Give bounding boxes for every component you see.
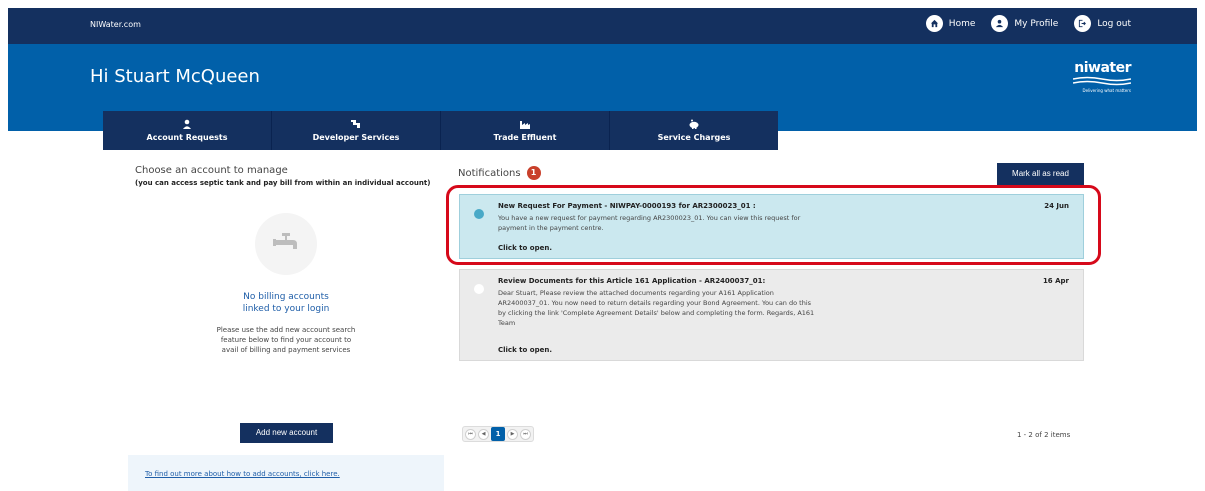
unread-indicator [474, 209, 484, 219]
body-line: You have a new request for payment regar… [498, 214, 801, 222]
tab-label: Trade Effluent [493, 133, 557, 142]
nav-my-profile-label: My Profile [1014, 18, 1059, 29]
notifications-title: Notifications [458, 167, 521, 179]
notification-count-badge: 1 [526, 166, 541, 180]
help-box: To find out more about how to add accoun… [128, 455, 444, 491]
desc-line3: avail of billing and payment services [221, 346, 351, 354]
notification-card[interactable]: New Request For Payment - NIWPAY-0000193… [459, 194, 1084, 259]
items-count: 1 - 2 of 2 items [1017, 431, 1071, 439]
next-page-button[interactable]: ▶ [507, 428, 518, 440]
no-accounts-line2: linked to your login [242, 304, 330, 314]
nav-home-label: Home [948, 18, 976, 29]
accounts-title: Choose an account to manage [135, 165, 288, 176]
notification-title: Review Documents for this Article 161 Ap… [498, 277, 766, 285]
logo-wave-icon [1073, 76, 1131, 86]
factory-icon [520, 121, 530, 129]
site-link[interactable]: NIWater.com [90, 20, 141, 29]
body-line: by clicking the link 'Complete Agreement… [498, 309, 815, 317]
accounts-subtitle: (you can access septic tank and pay bill… [135, 179, 431, 187]
tab-label: Service Charges [657, 133, 731, 142]
desc-line1: Please use the add new account search [216, 326, 356, 334]
niwater-logo[interactable]: niwater Delivering what matters [1069, 60, 1132, 100]
top-nav: Home My Profile Log out [925, 15, 1131, 32]
person-icon [183, 119, 191, 129]
read-indicator [474, 284, 484, 294]
body-line: payment in the payment centre. [498, 224, 604, 232]
first-page-button[interactable]: ⏮ [465, 428, 476, 440]
top-bar: NIWater.com Home My Profile Log out [8, 8, 1197, 44]
add-new-account-button[interactable]: Add new account [240, 423, 333, 443]
nav-log-out-label: Log out [1097, 18, 1131, 29]
nav-log-out[interactable]: Log out [1074, 15, 1131, 32]
click-to-open-link[interactable]: Click to open. [498, 244, 552, 252]
service-tabs: Account Requests Developer Services Trad… [103, 111, 778, 150]
last-page-button[interactable]: ⏭ [520, 428, 531, 440]
tap-placeholder [255, 213, 317, 275]
no-accounts-message: No billing accounts linked to your login [186, 291, 386, 315]
pipe-icon [351, 120, 360, 128]
body-line: AR2400037_01. You now need to return det… [498, 299, 812, 307]
body-line: Dear Stuart, Please review the attached … [498, 289, 774, 297]
logo-word: niwater [1074, 60, 1131, 76]
mark-all-read-button[interactable]: Mark all as read [997, 163, 1084, 185]
tap-icon [273, 233, 297, 249]
nav-my-profile[interactable]: My Profile [991, 15, 1058, 32]
piggy-bank-icon [689, 119, 699, 129]
tab-label: Developer Services [312, 133, 400, 142]
greeting: Hi Stuart McQueen [90, 66, 260, 87]
no-accounts-description: Please use the add new account search fe… [186, 325, 386, 355]
notifications-header: Notifications 1 [458, 166, 541, 180]
desc-line2: feature below to find your account to [220, 336, 352, 344]
prev-page-button[interactable]: ◀ [478, 428, 489, 440]
tab-service-charges[interactable]: Service Charges [610, 111, 778, 150]
notification-card[interactable]: Review Documents for this Article 161 Ap… [459, 269, 1084, 361]
current-page-button[interactable]: 1 [491, 427, 505, 441]
tab-trade-effluent[interactable]: Trade Effluent [441, 111, 610, 150]
tab-account-requests[interactable]: Account Requests [103, 111, 272, 150]
no-accounts-line1: No billing accounts [243, 292, 329, 302]
pagination: ⏮ ◀ 1 ▶ ⏭ [462, 426, 534, 442]
notification-body: You have a new request for payment regar… [498, 213, 878, 233]
home-icon [925, 15, 943, 32]
tab-label: Account Requests [146, 133, 228, 142]
user-icon [991, 15, 1009, 32]
nav-home[interactable]: Home [925, 15, 976, 32]
click-to-open-link[interactable]: Click to open. [498, 346, 552, 354]
notification-body: Dear Stuart, Please review the attached … [498, 288, 878, 328]
notification-date: 24 Jun [1044, 202, 1069, 210]
logo-tagline: Delivering what matters [1082, 88, 1131, 93]
tab-developer-services[interactable]: Developer Services [272, 111, 441, 150]
help-link[interactable]: To find out more about how to add accoun… [145, 470, 340, 478]
body-line: Team [498, 319, 516, 327]
logout-icon [1074, 15, 1092, 32]
notification-title: New Request For Payment - NIWPAY-0000193… [498, 202, 756, 210]
notification-date: 16 Apr [1042, 277, 1069, 285]
